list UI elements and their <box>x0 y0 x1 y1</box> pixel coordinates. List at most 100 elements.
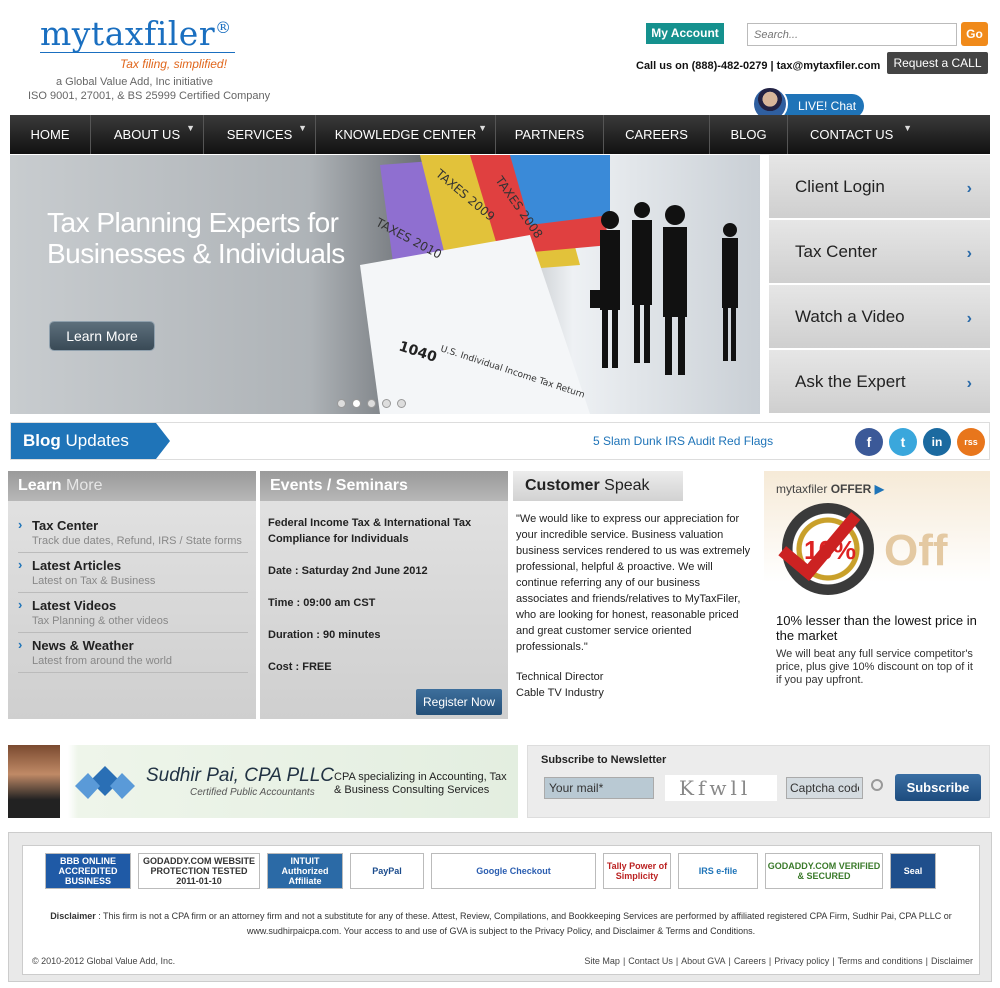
slider-dots <box>337 399 406 408</box>
client-login-link[interactable]: Client Login › <box>769 155 990 218</box>
trust-logo[interactable]: IRS e-file <box>678 853 758 889</box>
panel-title-bold: Learn <box>18 477 62 494</box>
copyright: © 2010-2012 Global Value Add, Inc. <box>32 956 176 966</box>
register-now-button[interactable]: Register Now <box>416 689 502 715</box>
newsletter-email-input[interactable] <box>544 777 654 799</box>
link-separator: | <box>925 956 928 966</box>
nav-label: ABOUT US <box>113 127 181 142</box>
nav-home[interactable]: HOME <box>10 115 91 154</box>
search-input[interactable] <box>747 23 957 46</box>
twitter-icon[interactable]: t <box>889 428 917 456</box>
list-item-title: Tax Center <box>32 518 99 533</box>
disclaimer-body: : This firm is not a CPA firm or an atto… <box>95 911 952 936</box>
slider-dot[interactable] <box>352 399 361 408</box>
footer-link[interactable]: Privacy policy <box>774 956 829 966</box>
customer-speak-title: Customer Speak <box>513 471 683 501</box>
facebook-icon[interactable]: f <box>855 428 883 456</box>
list-item-subtitle: Track due dates, Refund, IRS / State for… <box>32 535 242 547</box>
refresh-captcha-icon[interactable] <box>871 779 883 791</box>
event-name: Federal Income Tax & International Tax C… <box>268 517 472 545</box>
subscribe-button[interactable]: Subscribe <box>895 774 981 801</box>
footer-link[interactable]: About GVA <box>681 956 725 966</box>
trust-logo[interactable]: INTUIT Authorized Affiliate <box>267 853 343 889</box>
nav-label: PARTNERS <box>514 127 585 142</box>
trust-logo[interactable]: PayPal <box>350 853 424 889</box>
chevron-right-icon: › <box>966 245 972 262</box>
nav-label: SERVICES <box>226 127 293 142</box>
trust-logo[interactable]: Google Checkout <box>431 853 596 889</box>
slider-dot[interactable] <box>397 399 406 408</box>
captcha-image: Kfwll <box>665 775 777 801</box>
captcha-input[interactable] <box>786 777 863 799</box>
nav-services[interactable]: SERVICES ▼ <box>204 115 316 154</box>
link-separator: | <box>832 956 835 966</box>
business-people-silhouette <box>590 202 738 375</box>
list-item-news-weather[interactable]: › News & Weather Latest from around the wo… <box>18 633 248 673</box>
chevron-right-icon: › <box>966 375 972 392</box>
disclaimer-label: Disclaimer <box>50 911 96 921</box>
slider-dot[interactable] <box>367 399 376 408</box>
tax-center-link[interactable]: Tax Center › <box>769 220 990 283</box>
list-item-latest-articles[interactable]: › Latest Articles Latest on Tax & Business <box>18 553 248 593</box>
footer: BBB ONLINE ACCREDITED BUSINESS GODADDY.CO… <box>8 832 992 982</box>
partner-banner[interactable]: Sudhir Pai, CPA PLLC Certified Public Ac… <box>8 745 518 818</box>
trust-logo[interactable]: BBB ONLINE ACCREDITED BUSINESS <box>45 853 131 889</box>
trust-logo[interactable]: Tally Power of Simplicity <box>603 853 671 889</box>
rss-icon[interactable]: rss <box>957 428 985 456</box>
newsletter-title: Subscribe to Newsletter <box>541 754 667 766</box>
nav-contact-us[interactable]: CONTACT US ▼ <box>788 115 990 154</box>
footer-link[interactable]: Careers <box>734 956 766 966</box>
testimonial-author: Technical Director Cable TV Industry <box>513 655 758 701</box>
linkedin-icon[interactable]: in <box>923 428 951 456</box>
offer-panel[interactable]: mytaxfiler OFFER ▶ 10% Off 10% lesser th… <box>764 471 990 719</box>
chevron-down-icon: ▼ <box>298 123 307 133</box>
partner-name: Sudhir Pai, CPA PLLC <box>146 765 334 786</box>
nav-about-us[interactable]: ABOUT US ▼ <box>91 115 204 154</box>
footer-link[interactable]: Contact Us <box>628 956 673 966</box>
slider-dot[interactable] <box>382 399 391 408</box>
newsletter-box: Subscribe to Newsletter Kfwll Subscribe <box>527 745 990 818</box>
footer-link[interactable]: Site Map <box>584 956 620 966</box>
partner-logo-icon <box>75 766 135 799</box>
link-separator: | <box>675 956 679 966</box>
trust-logo[interactable]: GODADDY.COM WEBSITE PROTECTION TESTED 20… <box>138 853 260 889</box>
nav-knowledge-center[interactable]: KNOWLEDGE CENTER ▼ <box>316 115 496 154</box>
learn-more-button[interactable]: Learn More <box>50 322 154 350</box>
link-separator: | <box>768 956 772 966</box>
hero-headline: Tax Planning Experts for Businesses & Ind… <box>47 207 345 269</box>
nav-partners[interactable]: PARTNERS <box>496 115 604 154</box>
chevron-right-icon: › <box>18 597 23 612</box>
nav-careers[interactable]: CAREERS <box>604 115 710 154</box>
nav-blog[interactable]: BLOG <box>710 115 788 154</box>
hero-line-1: Tax Planning Experts for <box>47 207 339 238</box>
ask-expert-link[interactable]: Ask the Expert › <box>769 350 990 413</box>
chevron-down-icon: ▼ <box>903 123 912 133</box>
footer-link[interactable]: Disclaimer <box>931 956 973 966</box>
event-time: Time : 09:00 am CST <box>268 597 376 609</box>
request-call-button[interactable]: Request a CALL <box>887 52 988 74</box>
trust-logo[interactable]: Seal <box>890 853 936 889</box>
nav-label: KNOWLEDGE CENTER <box>334 127 477 142</box>
list-item-subtitle: Tax Planning & other videos <box>32 615 169 627</box>
watch-video-link[interactable]: Watch a Video › <box>769 285 990 348</box>
event-date: Date : Saturday 2nd June 2012 <box>268 565 428 577</box>
offer-label: OFFER <box>830 482 872 496</box>
list-item-tax-center[interactable]: › Tax Center Track due dates, Refund, IRS … <box>18 513 248 553</box>
offer-headline: 10% lesser than the lowest price in the … <box>776 613 977 643</box>
trust-logo[interactable]: GODADDY.COM VERIFIED & SECURED <box>765 853 883 889</box>
slider-dot[interactable] <box>337 399 346 408</box>
author-company: Cable TV Industry <box>516 687 604 699</box>
link-separator: | <box>622 956 626 966</box>
author-title: Technical Director <box>516 671 604 683</box>
footer-link[interactable]: Terms and conditions <box>838 956 923 966</box>
search-go-button[interactable]: Go <box>961 22 988 46</box>
my-account-button[interactable]: My Account <box>646 23 724 44</box>
quick-menu-label: Client Login <box>795 177 885 196</box>
nav-label: BLOG <box>730 127 767 142</box>
brand-logo[interactable]: mytaxfiler® <box>40 14 232 53</box>
offer-brand: mytaxfiler <box>776 482 828 496</box>
blog-headline-link[interactable]: 5 Slam Dunk IRS Audit Red Flags <box>593 434 773 448</box>
blog-updates-tag[interactable]: Blog Updates <box>11 423 170 459</box>
play-arrow-icon: ▶ <box>874 482 884 496</box>
list-item-latest-videos[interactable]: › Latest Videos Tax Planning & other video… <box>18 593 248 633</box>
